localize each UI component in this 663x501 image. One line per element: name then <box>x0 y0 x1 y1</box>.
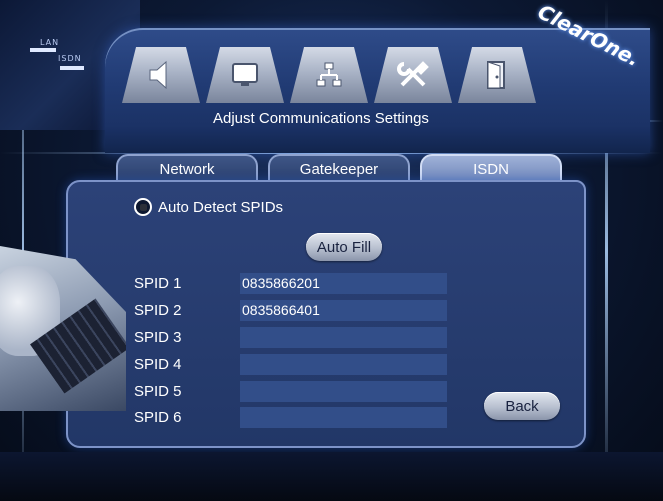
spid-5-field[interactable] <box>240 381 447 402</box>
screen: LAN ISDN Adjust Communications Settings … <box>0 0 663 501</box>
lan-isdn-indicator: LAN ISDN <box>30 38 110 82</box>
radio-dot <box>139 203 147 211</box>
auto-fill-button[interactable]: Auto Fill <box>306 233 382 261</box>
spid-4-label: SPID 4 <box>134 356 182 373</box>
spid-1-field[interactable]: 0835866201 <box>240 273 447 294</box>
spid-3-field[interactable] <box>240 327 447 348</box>
spid-2-field[interactable]: 0835866401 <box>240 300 447 321</box>
spid-1-label: SPID 1 <box>134 275 182 292</box>
speaker-icon <box>149 60 167 90</box>
auto-detect-radio[interactable] <box>134 198 152 216</box>
spid-2-label: SPID 2 <box>134 302 182 319</box>
bottom-band <box>0 452 663 501</box>
isdn-bar <box>60 66 84 70</box>
tab-gatekeeper[interactable]: Gatekeeper <box>268 154 410 182</box>
monitor-icon <box>232 63 258 86</box>
back-button[interactable]: Back <box>484 392 560 420</box>
lan-label: LAN <box>40 38 60 47</box>
tools-icon <box>397 61 429 87</box>
exit-door-icon <box>487 61 505 89</box>
spid-6-label: SPID 6 <box>134 409 182 426</box>
spid-3-label: SPID 3 <box>134 329 182 346</box>
spid-6-field[interactable] <box>240 407 447 428</box>
tab-network[interactable]: Network <box>116 154 258 182</box>
auto-detect-option[interactable]: Auto Detect SPIDs <box>134 198 283 216</box>
page-title: Adjust Communications Settings <box>213 110 429 127</box>
network-icon <box>316 62 342 87</box>
spid-5-label: SPID 5 <box>134 383 182 400</box>
lan-bar <box>30 48 56 52</box>
isdn-label: ISDN <box>58 54 82 63</box>
tab-isdn[interactable]: ISDN <box>420 154 562 182</box>
spid-4-field[interactable] <box>240 354 447 375</box>
auto-detect-label: Auto Detect SPIDs <box>158 198 284 216</box>
